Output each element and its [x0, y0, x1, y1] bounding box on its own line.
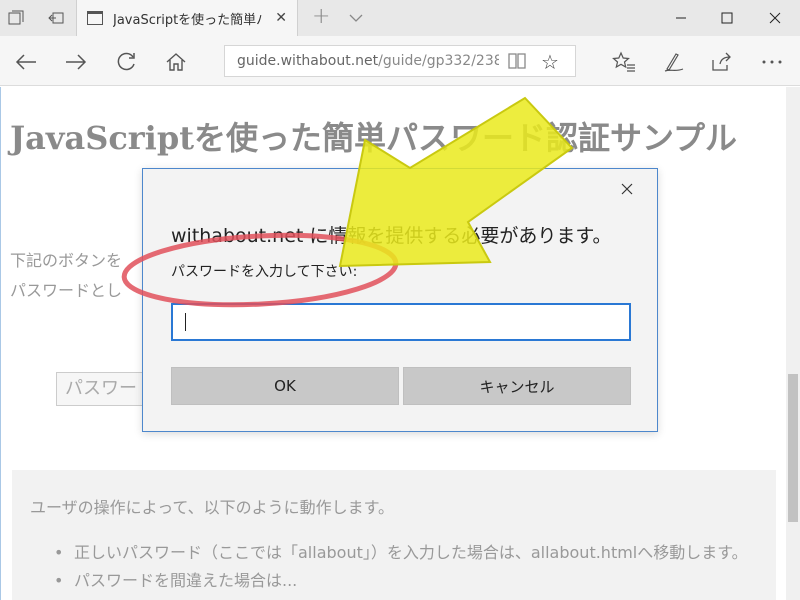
back-arrow-icon[interactable] [12, 48, 40, 76]
info-box: ユーザの操作によって、以下のように動作します。 正しいパスワード（ここでは「al… [12, 470, 776, 600]
reading-view-icon[interactable] [507, 52, 527, 70]
address-domain: guide.withabout.net [237, 53, 379, 69]
forward-arrow-icon[interactable] [62, 48, 90, 76]
active-tab[interactable]: JavaScriptを使った簡単パ ✕ [76, 0, 298, 36]
vertical-scrollbar[interactable] [786, 87, 800, 600]
dialog-message: withabout.net に情報を提供する必要があります。 [171, 225, 612, 247]
refresh-icon[interactable] [112, 48, 140, 76]
list-item: パスワードを間違えた場合は... [54, 568, 754, 594]
info-list: 正しいパスワード（ここでは「allabout」）を入力した場合は、allabou… [54, 540, 754, 596]
scrollbar-thumb[interactable] [788, 374, 798, 522]
intro-text: 下記のボタンを パスワードとし [10, 246, 122, 306]
favorite-star-icon[interactable]: ☆ [541, 50, 559, 74]
minimize-button[interactable] [658, 0, 704, 36]
ok-button[interactable]: OK [171, 367, 399, 405]
title-bar: JavaScriptを使った簡単パ ✕ + [0, 0, 800, 36]
list-item: 正しいパスワード（ここでは「allabout」）を入力した場合は、allabou… [54, 540, 754, 566]
tab-close-icon[interactable]: ✕ [275, 10, 287, 26]
tab-title: JavaScriptを使った簡単パ [113, 12, 263, 28]
address-path: /guide/gp332/238 [378, 53, 499, 69]
maximize-button[interactable] [704, 0, 750, 36]
cancel-button[interactable]: キャンセル [403, 367, 631, 405]
favorites-list-icon[interactable] [610, 48, 638, 76]
more-menu-icon[interactable] [758, 48, 786, 76]
address-bar[interactable]: guide.withabout.net/guide/gp332/238 ☆ [224, 45, 576, 77]
set-aside-tabs-icon[interactable] [44, 6, 68, 30]
page-title: JavaScriptを使った簡単パスワード認証サンプル [10, 119, 738, 157]
close-window-button[interactable] [752, 0, 798, 36]
address-url: guide.withabout.net/guide/gp332/238 [237, 53, 499, 69]
dialog-prompt-label: パスワードを入力して下さい: [171, 264, 358, 280]
text-caret [185, 313, 186, 331]
share-icon[interactable] [708, 48, 736, 76]
info-lead: ユーザの操作によって、以下のように動作します。 [30, 498, 395, 517]
password-input[interactable] [171, 303, 631, 341]
dialog-close-icon[interactable] [617, 179, 637, 199]
chevron-down-icon[interactable] [346, 8, 366, 28]
tab-actions-icon[interactable] [4, 6, 28, 30]
prompt-dialog: withabout.net に情報を提供する必要があります。 パスワードを入力し… [142, 168, 658, 432]
navigation-bar: guide.withabout.net/guide/gp332/238 ☆ [0, 36, 800, 86]
pen-icon[interactable] [660, 48, 688, 76]
home-icon[interactable] [162, 48, 190, 76]
intro-line: 下記のボタンを [10, 251, 123, 270]
intro-line: パスワードとし [10, 281, 123, 300]
page-icon [87, 11, 103, 25]
new-tab-icon[interactable]: + [312, 4, 330, 29]
